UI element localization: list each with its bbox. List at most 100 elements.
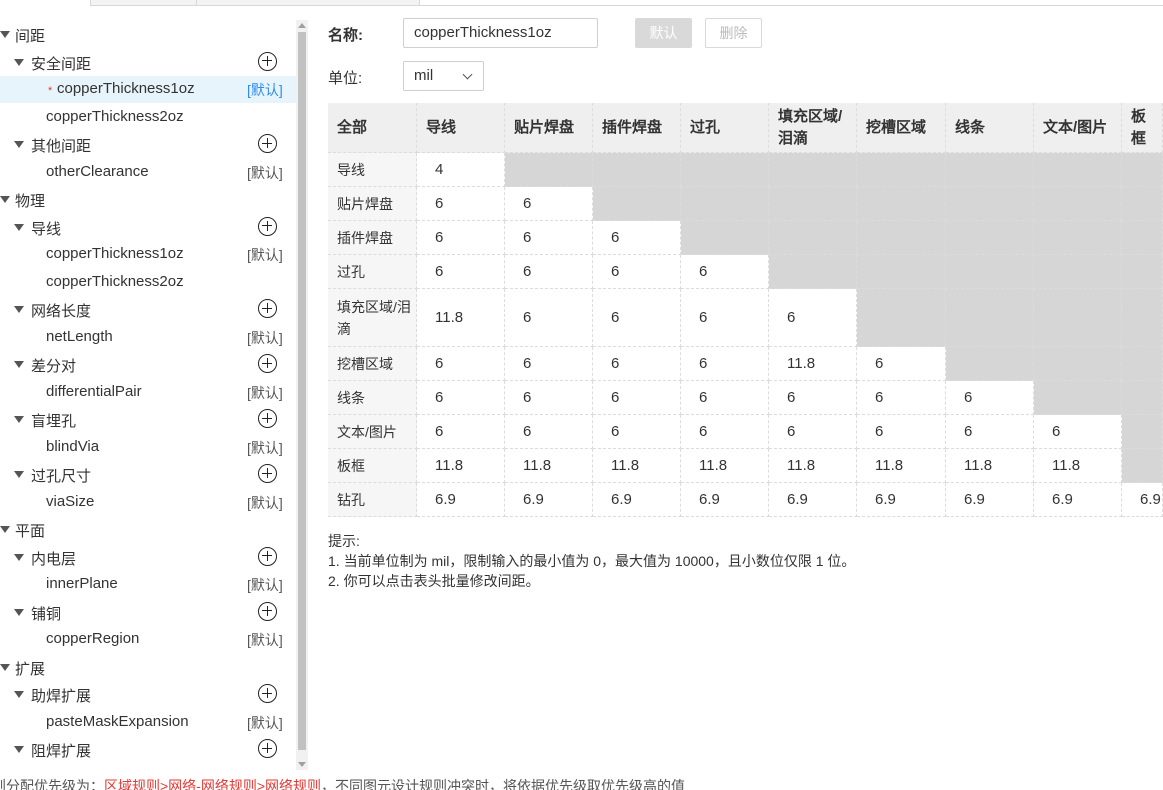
clearance-value-cell[interactable]: 6.9 [681, 483, 769, 517]
clearance-value-cell[interactable]: 6 [417, 255, 505, 289]
clearance-value-cell[interactable]: 11.8 [417, 289, 505, 347]
add-rule-plus-icon[interactable] [258, 601, 277, 621]
add-rule-plus-icon[interactable] [258, 684, 277, 703]
caret-down-icon[interactable] [14, 416, 24, 423]
clearance-value-cell[interactable]: 6 [417, 187, 505, 221]
caret-down-icon[interactable] [0, 526, 10, 533]
tree-group[interactable]: 物理 [0, 186, 296, 213]
tree-rule-item[interactable]: * copperThickness1oz [默认] [0, 76, 296, 103]
clearance-value-cell[interactable]: 6 [681, 347, 769, 381]
clearance-value-cell[interactable]: 6.9 [946, 483, 1034, 517]
clearance-value-cell[interactable]: 11.8 [593, 449, 681, 483]
tree-rule-item[interactable]: copperThickness2oz [0, 104, 296, 131]
clearance-value-cell[interactable]: 6 [505, 381, 593, 415]
set-default-button[interactable]: 默认 [635, 18, 692, 48]
clearance-value-cell[interactable]: 11.8 [505, 449, 593, 483]
matrix-row-header[interactable]: 钻孔 [328, 483, 417, 517]
tree-scrollbar[interactable] [296, 20, 308, 770]
tree-group[interactable]: 间距 [0, 21, 296, 48]
caret-down-icon[interactable] [14, 471, 24, 478]
clearance-value-cell[interactable]: 6 [593, 289, 681, 347]
clearance-value-cell[interactable]: 6.9 [1034, 483, 1122, 517]
tree-category[interactable]: 助焊扩展 [0, 681, 296, 708]
clearance-value-cell[interactable]: 6.9 [1122, 483, 1163, 517]
clearance-value-cell[interactable]: 6 [857, 415, 946, 449]
clearance-value-cell[interactable]: 11.8 [769, 347, 857, 381]
add-rule-plus-icon[interactable] [258, 134, 277, 153]
tree-category[interactable]: 铺铜 [0, 599, 296, 626]
caret-down-icon[interactable] [14, 141, 24, 148]
clearance-value-cell[interactable]: 6 [681, 381, 769, 415]
caret-down-icon[interactable] [14, 306, 24, 313]
clearance-value-cell[interactable]: 6 [417, 221, 505, 255]
clearance-value-cell[interactable]: 6 [769, 289, 857, 347]
delete-button[interactable]: 删除 [705, 18, 762, 48]
matrix-column-header[interactable]: 线条 [946, 103, 1034, 153]
caret-down-icon[interactable] [14, 553, 24, 561]
scroll-up-arrow-icon[interactable] [298, 23, 306, 28]
matrix-column-header[interactable]: 贴片焊盘 [505, 103, 593, 153]
clearance-value-cell[interactable]: 11.8 [681, 449, 769, 483]
tree-category[interactable]: 盲埋孔 [0, 406, 296, 433]
add-rule-plus-icon[interactable] [258, 409, 277, 428]
matrix-row-header[interactable]: 插件焊盘 [328, 221, 417, 255]
tree-category[interactable]: 内电层 [0, 544, 296, 571]
clearance-value-cell[interactable]: 6 [857, 347, 946, 381]
clearance-value-cell[interactable]: 6 [681, 415, 769, 449]
caret-down-icon[interactable] [0, 196, 10, 203]
matrix-column-header[interactable]: 过孔 [681, 103, 769, 153]
clearance-value-cell[interactable]: 6.9 [769, 483, 857, 517]
clearance-value-cell[interactable]: 6 [417, 347, 505, 381]
clearance-value-cell[interactable]: 6 [505, 289, 593, 347]
add-rule-plus-icon[interactable] [258, 546, 277, 566]
clearance-value-cell[interactable]: 6 [505, 255, 593, 289]
tree-group[interactable]: 平面 [0, 516, 296, 543]
matrix-header-all[interactable]: 全部 [328, 103, 417, 153]
tree-category[interactable]: 差分对 [0, 351, 296, 378]
caret-down-icon[interactable] [14, 746, 24, 753]
tree-category[interactable]: 阻焊扩展 [0, 736, 296, 763]
tree-rule-item[interactable]: copperThickness1oz [默认] [0, 241, 296, 268]
matrix-column-header[interactable]: 板框 [1122, 103, 1163, 153]
tree-rule-item[interactable]: blindVia [默认] [0, 434, 296, 461]
clearance-value-cell[interactable]: 6.9 [505, 483, 593, 517]
matrix-row-header[interactable]: 挖槽区域 [328, 347, 417, 381]
clearance-value-cell[interactable]: 6 [505, 415, 593, 449]
matrix-column-header[interactable]: 填充区域/泪滴 [769, 103, 857, 153]
top-tab[interactable] [196, 0, 420, 6]
matrix-row-header[interactable]: 贴片焊盘 [328, 187, 417, 221]
tree-rule-item[interactable]: netLength [默认] [0, 324, 296, 351]
clearance-value-cell[interactable]: 6 [681, 289, 769, 347]
add-rule-plus-icon[interactable] [258, 299, 277, 318]
clearance-value-cell[interactable]: 11.8 [769, 449, 857, 483]
matrix-column-header[interactable]: 挖槽区域 [857, 103, 946, 153]
clearance-value-cell[interactable]: 6 [417, 381, 505, 415]
clearance-value-cell[interactable]: 4 [417, 153, 505, 187]
tree-group[interactable]: 扩展 [0, 654, 296, 681]
unit-select[interactable]: mil [403, 61, 484, 91]
clearance-value-cell[interactable]: 6 [681, 255, 769, 289]
clearance-value-cell[interactable]: 6 [593, 221, 681, 255]
clearance-value-cell[interactable]: 6 [857, 381, 946, 415]
clearance-value-cell[interactable]: 6.9 [593, 483, 681, 517]
clearance-value-cell[interactable]: 6 [769, 415, 857, 449]
caret-down-icon[interactable] [14, 608, 24, 616]
clearance-value-cell[interactable]: 6 [1034, 415, 1122, 449]
clearance-value-cell[interactable]: 6 [593, 347, 681, 381]
matrix-row-header[interactable]: 板框 [328, 449, 417, 483]
matrix-column-header[interactable]: 文本/图片 [1034, 103, 1122, 153]
tree-rule-item[interactable]: differentialPair [默认] [0, 379, 296, 406]
tree-category[interactable]: 其他间距 [0, 131, 296, 158]
caret-down-icon[interactable] [14, 691, 24, 698]
add-rule-plus-icon[interactable] [258, 739, 277, 758]
clearance-value-cell[interactable]: 6 [946, 381, 1034, 415]
add-rule-plus-icon[interactable] [258, 51, 277, 71]
caret-down-icon[interactable] [14, 223, 24, 231]
clearance-value-cell[interactable]: 6 [417, 415, 505, 449]
tree-category[interactable]: 导线 [0, 214, 296, 241]
clearance-value-cell[interactable]: 11.8 [1034, 449, 1122, 483]
tree-rule-item[interactable]: otherClearance [默认] [0, 159, 296, 186]
matrix-row-header[interactable]: 填充区域/泪滴 [328, 289, 417, 347]
clearance-value-cell[interactable]: 6 [593, 415, 681, 449]
tree-rule-item[interactable]: copperThickness2oz [0, 269, 296, 296]
